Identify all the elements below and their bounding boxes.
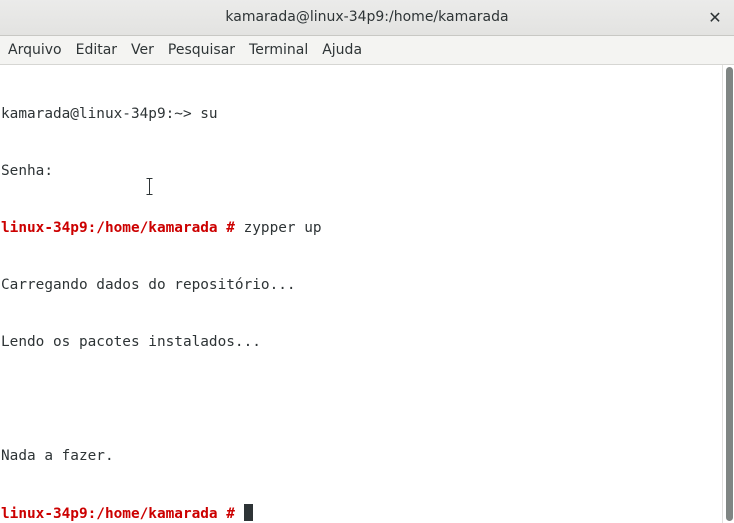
window-title: kamarada@linux-34p9:/home/kamarada — [225, 9, 509, 25]
menu-terminal[interactable]: Terminal — [242, 36, 315, 64]
terminal-line: Lendo os pacotes instalados... — [1, 333, 722, 352]
line-text: Lendo os pacotes instalados... — [1, 334, 261, 350]
scrollbar-thumb[interactable] — [726, 67, 733, 521]
terminal-window: kamarada@linux-34p9:/home/kamarada ✕ Arq… — [0, 0, 734, 523]
menu-ajuda[interactable]: Ajuda — [315, 36, 369, 64]
menu-editar[interactable]: Editar — [69, 36, 124, 64]
line-text: kamarada@linux-34p9:~> su — [1, 106, 218, 122]
menu-arquivo[interactable]: Arquivo — [1, 36, 69, 64]
text-cursor — [243, 504, 253, 521]
mouse-ibeam-icon — [146, 178, 153, 195]
terminal-line: kamarada@linux-34p9:~> su — [1, 105, 722, 124]
terminal-line: linux-34p9:/home/kamarada # — [1, 504, 722, 523]
menu-ver[interactable]: Ver — [124, 36, 161, 64]
terminal-line: Senha: — [1, 162, 722, 181]
close-button[interactable]: ✕ — [704, 7, 726, 29]
terminal-output[interactable]: kamarada@linux-34p9:~> su Senha: linux-3… — [0, 65, 722, 523]
title-bar[interactable]: kamarada@linux-34p9:/home/kamarada ✕ — [0, 0, 734, 36]
terminal-line: Nada a fazer. — [1, 447, 722, 466]
terminal-line: Carregando dados do repositório... — [1, 276, 722, 295]
menu-pesquisar[interactable]: Pesquisar — [161, 36, 242, 64]
menu-bar: Arquivo Editar Ver Pesquisar Terminal Aj… — [0, 36, 734, 65]
vertical-scrollbar[interactable] — [722, 65, 734, 523]
line-text: Carregando dados do repositório... — [1, 277, 296, 293]
close-icon: ✕ — [708, 8, 722, 27]
line-text: zypper up — [243, 220, 322, 236]
root-prompt: linux-34p9:/home/kamarada # — [1, 506, 244, 522]
root-prompt: linux-34p9:/home/kamarada # — [1, 220, 244, 236]
terminal-line: linux-34p9:/home/kamarada # zypper up — [1, 219, 722, 238]
line-text: Senha: — [1, 163, 53, 179]
line-text: Nada a fazer. — [1, 448, 114, 464]
